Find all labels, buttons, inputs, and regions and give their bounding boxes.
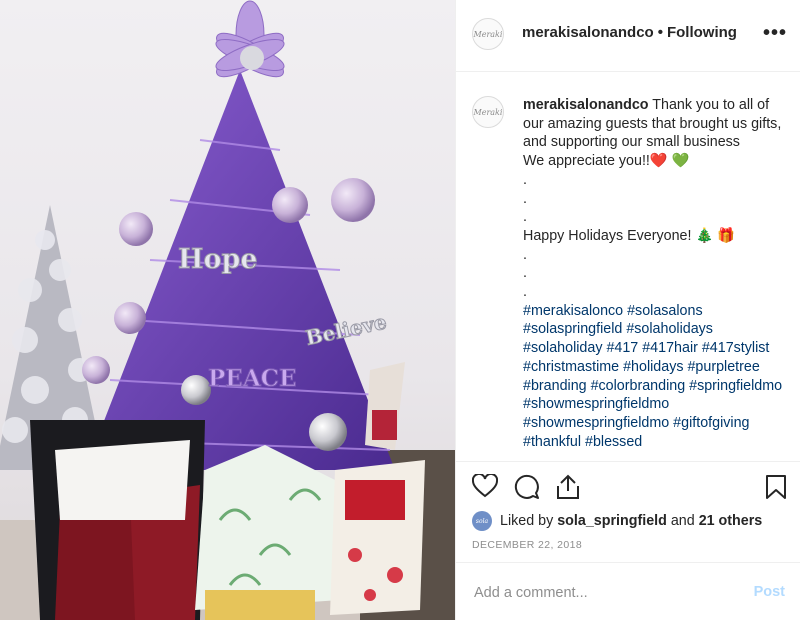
hashtag-line[interactable]: #thankful #blessed (523, 433, 791, 452)
caption-dot: . (523, 265, 527, 282)
hashtag-line[interactable]: #solaholiday #417 #417hair #417stylist (523, 339, 791, 358)
hashtag-line[interactable]: #christmastime #holidays #purpletree (523, 358, 791, 377)
action-bar (456, 462, 800, 510)
post-comment-button[interactable]: Post (754, 584, 785, 600)
ornament-peace: PEACE (208, 365, 297, 392)
share-icon[interactable] (556, 474, 580, 505)
likes-others-link[interactable]: 21 others (699, 513, 763, 529)
caption-dot: . (523, 190, 527, 207)
bookmark-icon[interactable] (765, 474, 787, 505)
caption-dot: . (523, 171, 527, 188)
liker-avatar[interactable]: sola (472, 511, 492, 531)
hashtag-line[interactable]: #branding #colorbranding #springfieldmo (523, 377, 791, 396)
caption-section: Meraki merakisalonandco Thank you to all… (456, 72, 800, 462)
more-options-icon[interactable]: ••• (763, 22, 787, 45)
ornament-hope: Hope (178, 244, 258, 275)
hashtag-line[interactable]: #showmespringfieldmo (523, 395, 791, 414)
caption-dot: . (523, 284, 527, 301)
post-side-panel: Meraki merakisalonandco • Following ••• Me… (455, 0, 800, 620)
header-separator: • (657, 24, 663, 41)
comment-icon[interactable] (514, 474, 540, 505)
christmas-tree-image: Hope Believe PEACE (0, 0, 455, 620)
post-photo[interactable]: Hope Believe PEACE (0, 0, 455, 620)
likes-middle: and (666, 513, 699, 529)
hashtag-line[interactable]: #showmespringfieldmo #giftofgiving (523, 414, 791, 433)
caption-username[interactable]: merakisalonandco (523, 97, 649, 113)
likes-prefix: Liked by (500, 513, 558, 529)
heart-icon[interactable] (471, 472, 499, 503)
caption-avatar[interactable]: Meraki (472, 96, 504, 128)
likes-line: sola Liked by sola_springfield and 21 ot… (472, 510, 762, 532)
hashtag-line[interactable]: #solaspringfield #solaholidays (523, 320, 791, 339)
post-header: Meraki merakisalonandco • Following ••• (456, 0, 800, 72)
caption-line-3: and supporting our small business (523, 134, 740, 151)
caption-line-4: We appreciate you!!❤️ 💚 (523, 153, 690, 170)
hashtag-line[interactable]: #merakisalonco #solasalons (523, 302, 791, 321)
caption-holidays-line: Happy Holidays Everyone! 🎄 🎁 (523, 227, 736, 244)
post-date[interactable]: DECEMBER 22, 2018 (472, 539, 582, 551)
comment-input[interactable] (472, 580, 736, 606)
following-button[interactable]: Following (667, 24, 737, 41)
header-user-line: merakisalonandco • Following (522, 24, 737, 41)
caption-line-1: Thank you to all of (648, 97, 770, 113)
comment-box: Post (456, 562, 800, 620)
caption-text: merakisalonandco Thank you to all of our… (523, 96, 791, 451)
liker-username[interactable]: sola_springfield (557, 513, 667, 529)
header-username[interactable]: merakisalonandco (522, 24, 654, 41)
caption-dot: . (523, 209, 527, 226)
caption-dot: . (523, 246, 527, 263)
caption-line-2: our amazing guests that brought us gifts… (523, 115, 782, 132)
profile-avatar[interactable]: Meraki (472, 18, 504, 50)
